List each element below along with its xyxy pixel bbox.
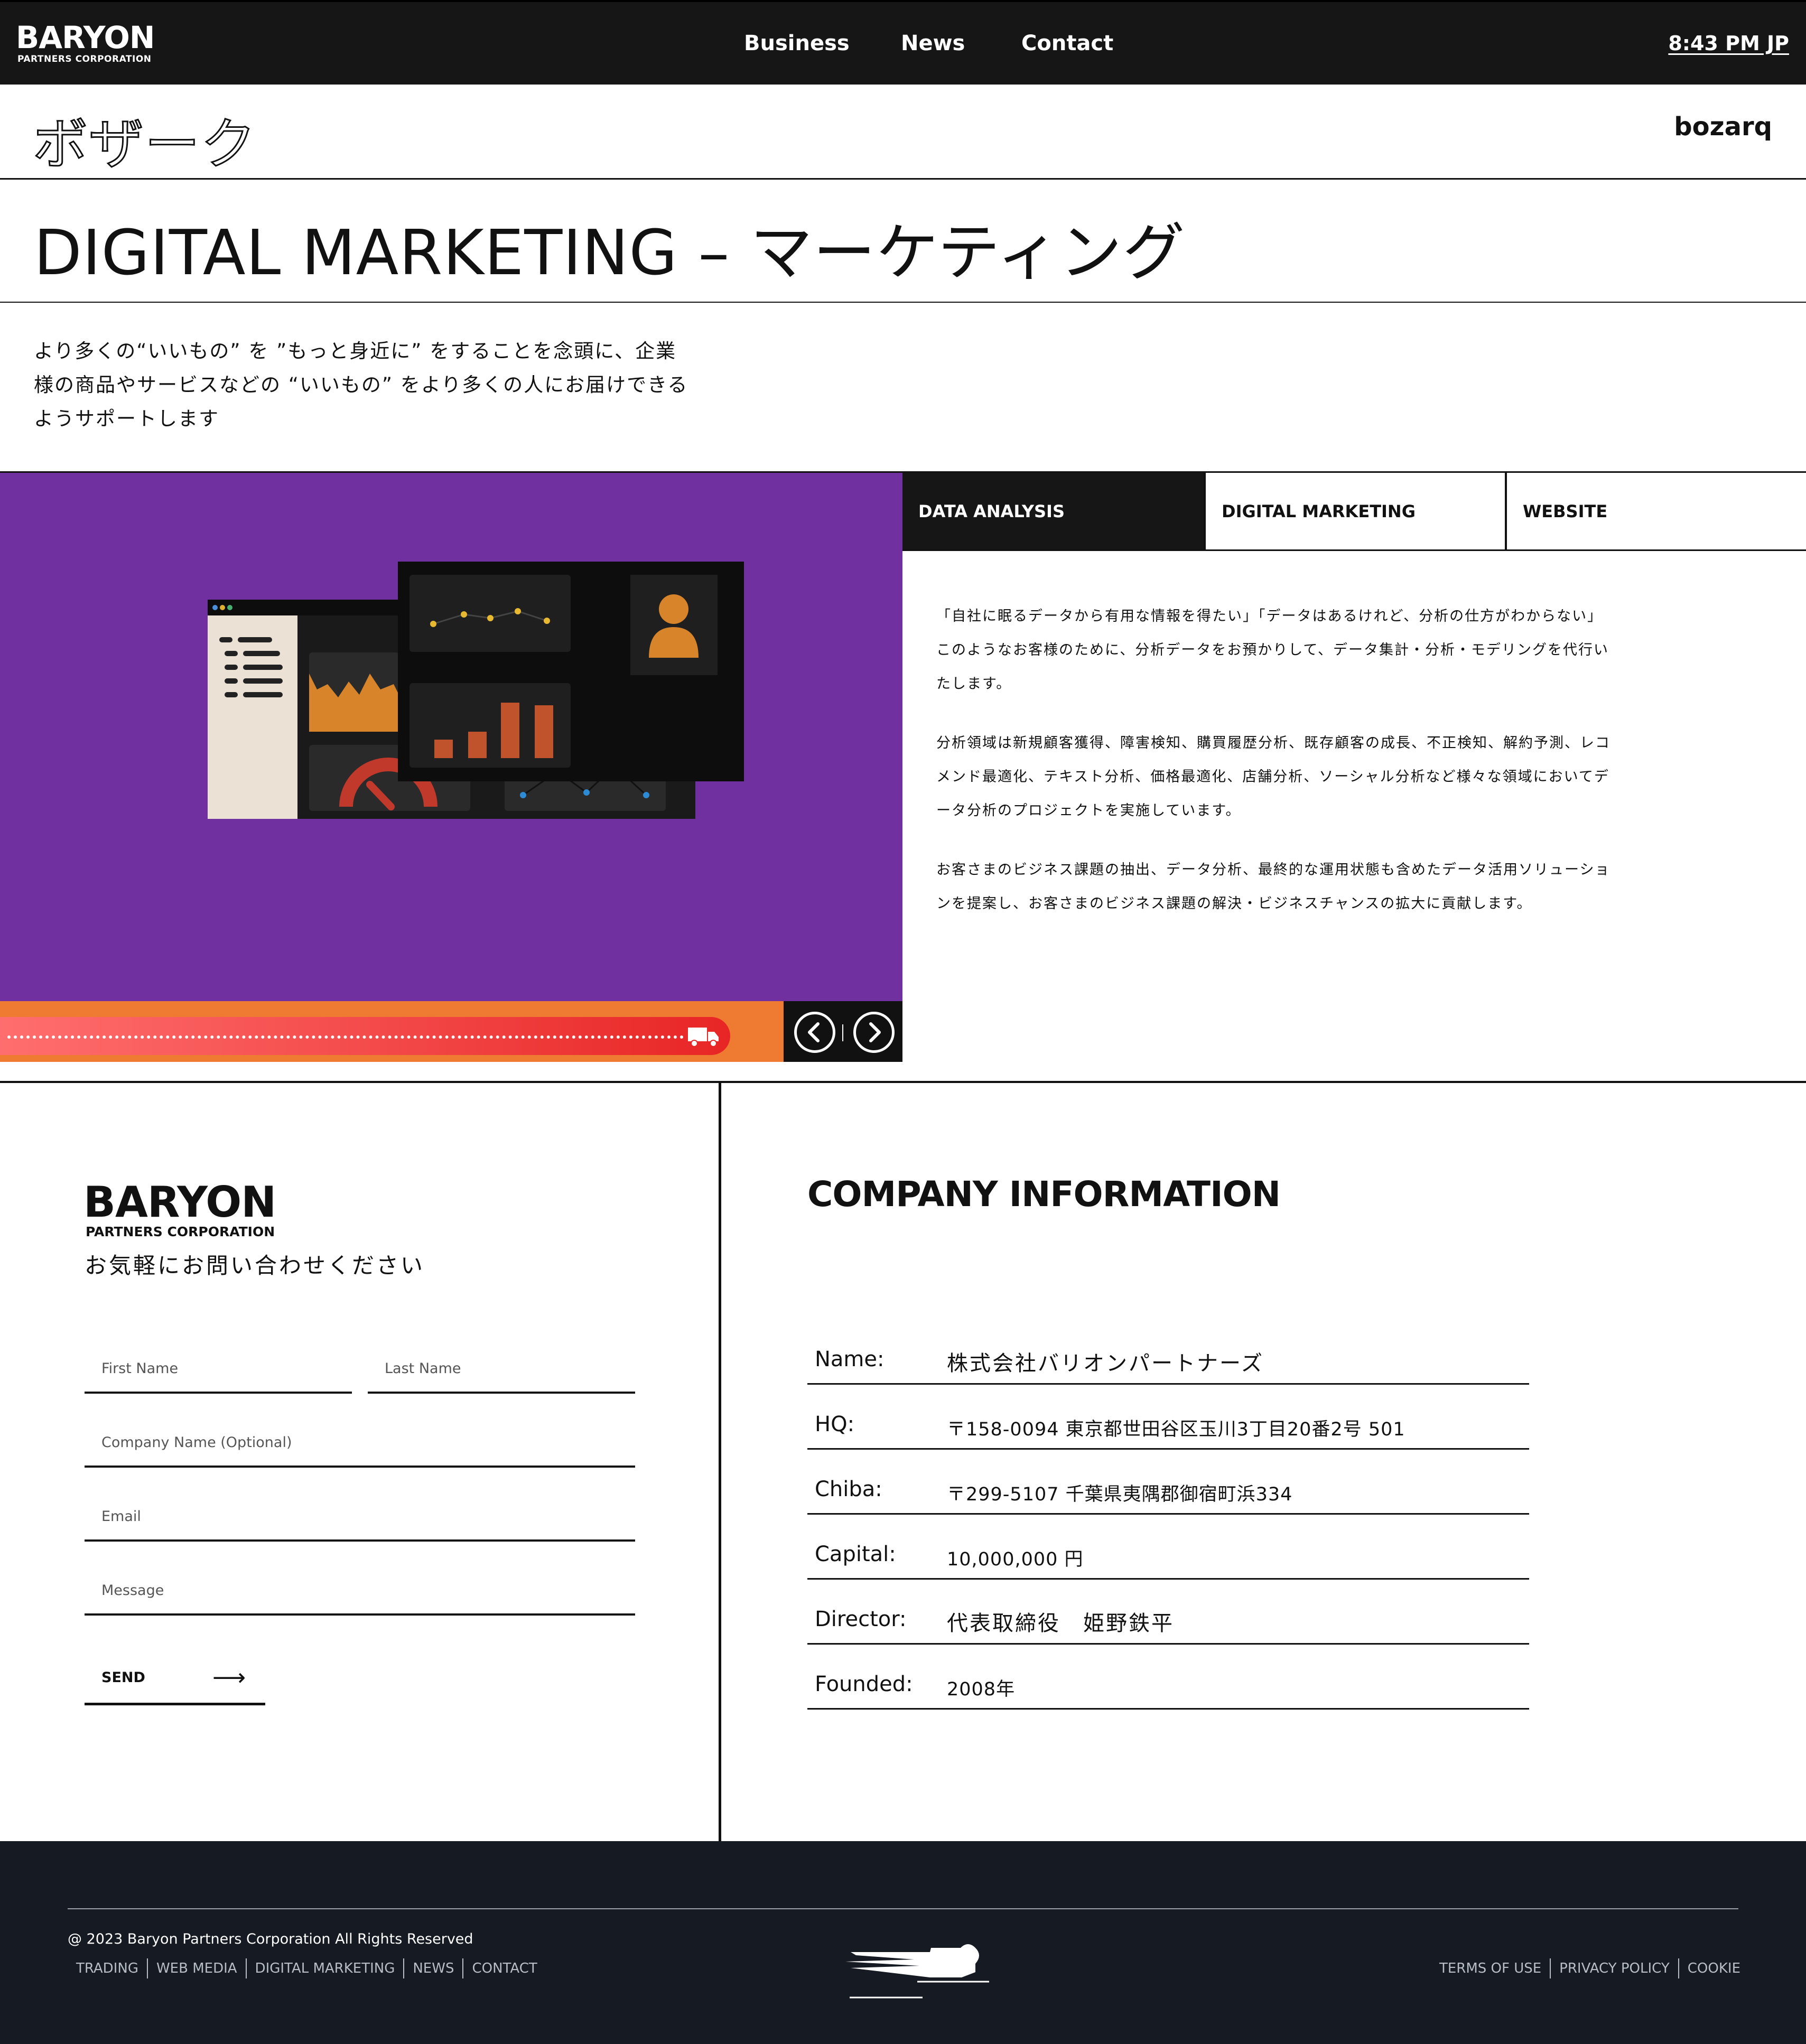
info-row-capital: Capital: 10,000,000 円 — [807, 1515, 1529, 1580]
tab-data-analysis[interactable]: DATA ANALYSIS — [902, 473, 1204, 549]
company-info-table: Name: 株式会社バリオンパートナーズ HQ: 〒158-0094 東京都世田… — [807, 1320, 1529, 1710]
email-input[interactable] — [85, 1493, 635, 1539]
logo-sub-text: PARTNERS CORPORATION — [17, 54, 152, 64]
carousel-next-button[interactable] — [853, 1012, 895, 1053]
tab-paragraph: お客さまのビジネス課題の抽出、データ分析、最終的な運用状態も含めたデータ活用ソリ… — [936, 862, 1610, 912]
contact-section: BARYON PARTNERS CORPORATION お気軽にお問い合わせくだ… — [0, 1083, 1806, 1841]
page-title-section: DIGITAL MARKETING – マーケティング — [0, 180, 1806, 303]
info-row-director: Director: 代表取締役 姫野鉄平 — [807, 1580, 1529, 1645]
contact-logo-sub-text: PARTNERS CORPORATION — [86, 1224, 275, 1239]
first-name-input[interactable] — [85, 1345, 352, 1392]
intro-text: より多くの“いいもの” を ”もっと身近に” をすることを念頭に、企業様の商品や… — [34, 340, 688, 430]
site-footer: @ 2023 Baryon Partners Corporation All R… — [0, 1841, 1806, 2044]
controls-divider — [842, 1024, 843, 1041]
info-value: 〒299-5107 千葉県夷隅郡御宿町浜334 — [947, 1484, 1293, 1505]
email-field — [85, 1493, 635, 1542]
slide-progress-bar — [0, 1001, 784, 1062]
truck-icon — [688, 1028, 719, 1047]
info-key: Founded: — [815, 1672, 913, 1696]
tab-website[interactable]: WEBSITE — [1505, 473, 1806, 549]
footer-link-trading[interactable]: TRADING — [68, 1958, 147, 1978]
chevron-left-icon — [808, 1022, 820, 1042]
service-carousel — [0, 473, 902, 1062]
info-value: 〒158-0094 東京都世田谷区玉川3丁目20番2号 501 — [947, 1419, 1405, 1440]
intro-section: より多くの“いいもの” を ”もっと身近に” をすることを念頭に、企業様の商品や… — [0, 303, 1806, 473]
contact-baryon-logo: BARYON PARTNERS CORPORATION — [83, 1180, 276, 1239]
baryon-logo[interactable]: BARYON PARTNERS CORPORATION — [16, 20, 155, 64]
company-name-field — [85, 1419, 635, 1468]
page-title: DIGITAL MARKETING – マーケティング — [34, 216, 1186, 289]
company-name-input[interactable] — [85, 1419, 635, 1466]
carousel-prev-button[interactable] — [794, 1012, 835, 1053]
message-input[interactable] — [85, 1567, 635, 1613]
footer-link-cookie[interactable]: COOKIE — [1678, 1958, 1749, 1978]
info-key: Chiba: — [815, 1477, 882, 1501]
top-navigation-bar: BARYON PARTNERS CORPORATION Business New… — [0, 0, 1806, 85]
section-divider — [719, 1083, 721, 1841]
tab-content: 「自社に眠るデータから有用な情報を得たい」「データはあるけれど、分析の仕方がわか… — [936, 600, 1613, 946]
info-row-founded: Founded: 2008年 — [807, 1645, 1529, 1710]
nav-link-contact[interactable]: Contact — [1021, 31, 1113, 55]
info-value: 代表取締役 姫野鉄平 — [947, 1611, 1174, 1636]
logo-main-text: BARYON — [16, 20, 155, 55]
info-row-chiba: Chiba: 〒299-5107 千葉県夷隅郡御宿町浜334 — [807, 1450, 1529, 1515]
carousel-slide — [0, 473, 902, 1001]
local-time-clock: 8:43 PM JP — [1668, 32, 1789, 55]
send-button-label: SEND — [101, 1669, 145, 1686]
arrow-right-icon: ⟶ — [212, 1664, 246, 1691]
info-value: 株式会社バリオンパートナーズ — [947, 1351, 1264, 1376]
send-button[interactable]: SEND ⟶ — [85, 1651, 265, 1705]
footer-links-right: TERMS OF USE PRIVACY POLICY COOKIE — [1431, 1958, 1749, 1978]
info-row-name: Name: 株式会社バリオンパートナーズ — [807, 1320, 1529, 1385]
nav-link-news[interactable]: News — [901, 31, 965, 55]
bozarq-wordmark[interactable]: bozarq — [1674, 112, 1772, 142]
carousel-controls — [784, 1001, 902, 1062]
tab-paragraph: 「自社に眠るデータから有用な情報を得たい」「データはあるけれど、分析の仕方がわか… — [936, 608, 1609, 692]
dashboard-illustration — [208, 562, 744, 819]
footer-divider — [68, 1908, 1738, 1909]
nav-link-business[interactable]: Business — [744, 31, 850, 55]
bozarq-kana-logo: ボザーク — [32, 111, 257, 178]
sub-brand-bar: ボザーク bozarq — [0, 85, 1806, 180]
footer-link-terms[interactable]: TERMS OF USE — [1431, 1958, 1550, 1978]
footer-link-news[interactable]: NEWS — [403, 1958, 462, 1978]
tab-digital-marketing[interactable]: DIGITAL MARKETING — [1204, 473, 1505, 549]
footer-link-contact[interactable]: CONTACT — [462, 1958, 545, 1978]
contact-lead-text: お気軽にお問い合わせください — [85, 1253, 425, 1278]
message-field — [85, 1567, 635, 1616]
service-tabs: DATA ANALYSIS DIGITAL MARKETING WEBSITE — [902, 473, 1806, 551]
info-row-hq: HQ: 〒158-0094 東京都世田谷区玉川3丁目20番2号 501 — [807, 1385, 1529, 1450]
footer-link-privacy[interactable]: PRIVACY POLICY — [1550, 1958, 1678, 1978]
info-key: Name: — [815, 1347, 885, 1371]
tab-paragraph: 分析領域は新規顧客獲得、障害検知、購買履歴分析、既存顧客の成長、不正検知、解約予… — [936, 735, 1610, 819]
footer-links-left: TRADING WEB MEDIA DIGITAL MARKETING NEWS… — [68, 1958, 546, 1978]
last-name-field — [368, 1345, 635, 1394]
info-key: Capital: — [815, 1542, 896, 1566]
footer-link-digital-marketing[interactable]: DIGITAL MARKETING — [245, 1958, 404, 1978]
progress-dots — [7, 1035, 684, 1039]
info-value: 2008年 — [947, 1679, 1016, 1700]
info-key: Director: — [815, 1607, 907, 1631]
first-name-field — [85, 1345, 352, 1394]
company-info-title: COMPANY INFORMATION — [807, 1174, 1281, 1215]
contact-logo-main-text: BARYON — [83, 1178, 276, 1227]
chevron-right-icon — [869, 1022, 881, 1042]
copyright-text: @ 2023 Baryon Partners Corporation All R… — [68, 1931, 473, 1947]
running-figure-icon — [845, 1944, 989, 1999]
info-key: HQ: — [815, 1412, 855, 1436]
progress-track — [0, 1017, 730, 1055]
last-name-input[interactable] — [368, 1345, 635, 1392]
footer-link-web-media[interactable]: WEB MEDIA — [146, 1958, 246, 1978]
services-section: DATA ANALYSIS DIGITAL MARKETING WEBSITE … — [0, 473, 1806, 1083]
info-value: 10,000,000 円 — [947, 1549, 1084, 1570]
